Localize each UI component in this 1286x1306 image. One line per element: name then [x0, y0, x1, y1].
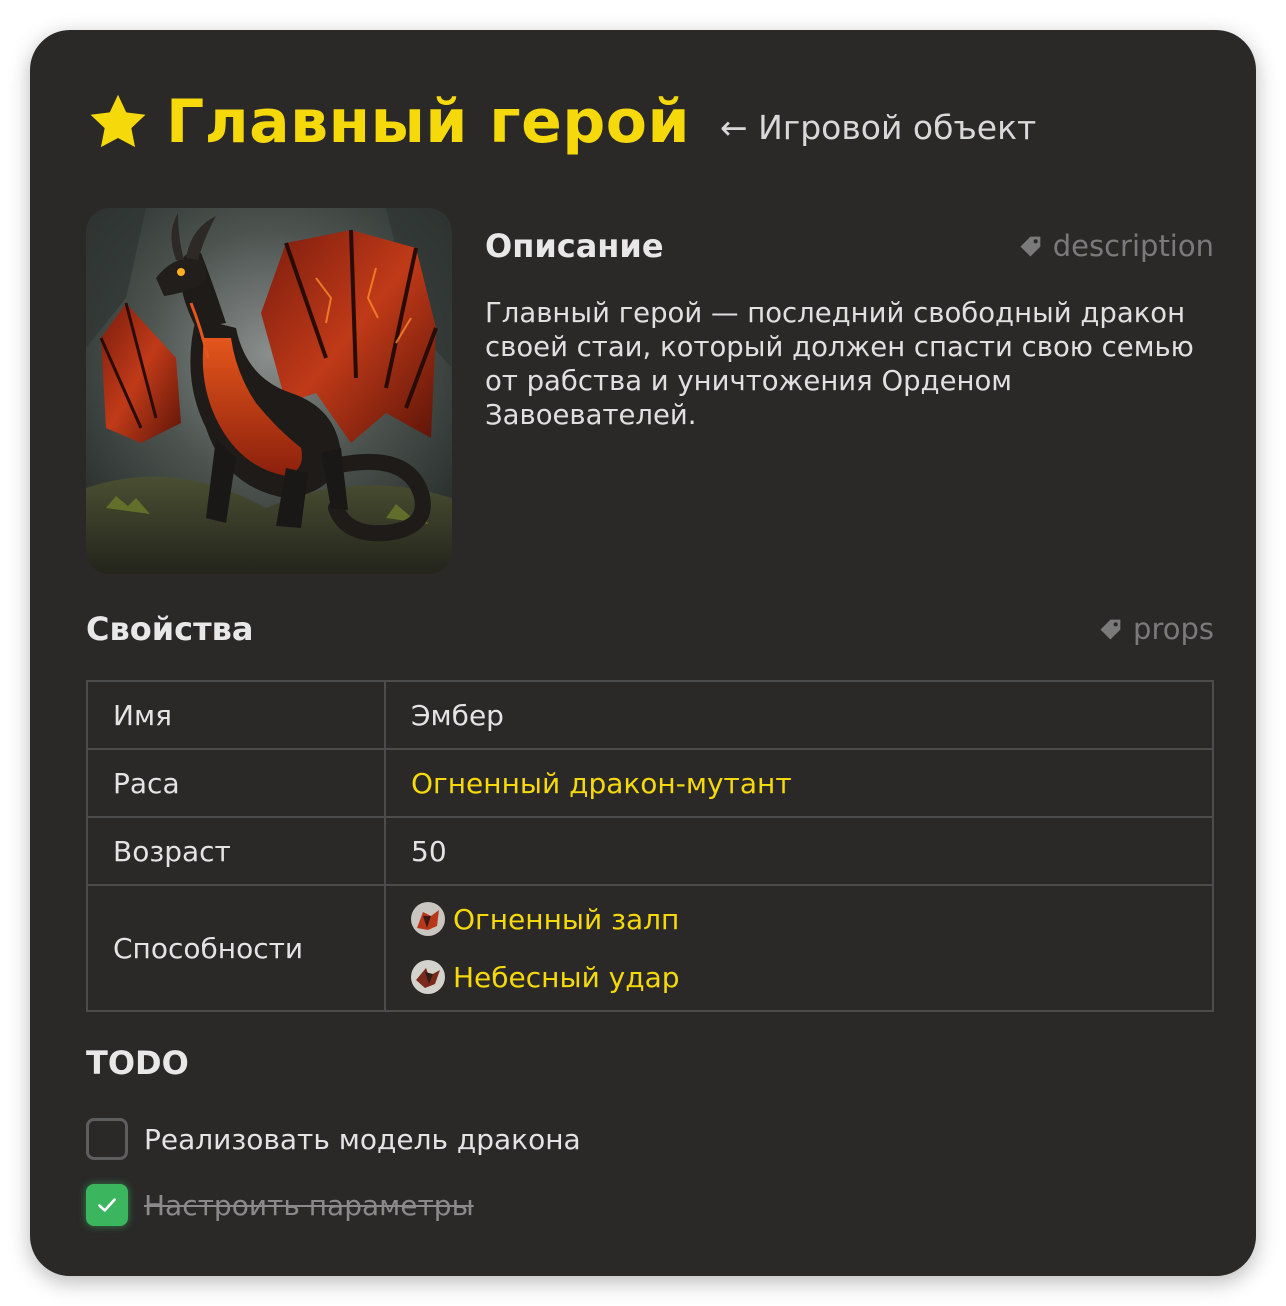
todo-item[interactable]: Реализовать модель дракона	[86, 1118, 581, 1160]
description-heading: Описание	[485, 227, 664, 265]
table-row: Раса Огненный дракон-мутант	[86, 748, 1214, 818]
description-tag[interactable]: description	[1017, 229, 1214, 263]
ability-avatar	[411, 960, 445, 994]
ability-label: Небесный удар	[453, 960, 680, 994]
table-row: Имя Эмбер	[86, 680, 1214, 750]
tag-icon	[1020, 236, 1041, 257]
table-row: Способности Огненный залп Небесный удар	[86, 884, 1214, 1012]
page-title: Главный герой	[166, 87, 691, 157]
todo-item[interactable]: Настроить параметры	[86, 1184, 474, 1226]
star-icon	[90, 94, 146, 148]
ability-avatar	[411, 902, 445, 936]
checkmark-icon	[98, 1198, 116, 1212]
dragon-image	[86, 208, 452, 574]
ability-link[interactable]: Небесный удар	[411, 948, 1187, 1006]
props-header: Свойства props	[86, 608, 1214, 650]
prop-key: Возраст	[86, 816, 386, 886]
todo-label: Реализовать модель дракона	[144, 1122, 581, 1156]
ability-link[interactable]: Огненный залп	[411, 890, 1187, 948]
prop-value: Эмбер	[384, 680, 1214, 750]
todo-label: Настроить параметры	[144, 1188, 474, 1222]
props-heading: Свойства	[86, 610, 254, 648]
ability-label: Огненный залп	[453, 902, 680, 936]
table-row: Возраст 50	[86, 816, 1214, 886]
parent-object-link[interactable]: ← Игровой объект	[720, 108, 1036, 147]
prop-value: Огненный дракон-мутант	[384, 748, 1214, 818]
prop-value: 50	[384, 816, 1214, 886]
header: Главный герой ← Игровой объект	[86, 82, 1036, 162]
props-tag[interactable]: props	[1097, 612, 1214, 646]
prop-value: Огненный залп Небесный удар	[384, 884, 1214, 1012]
todo-checkbox-checked[interactable]	[86, 1184, 128, 1226]
prop-key: Имя	[86, 680, 386, 750]
tag-icon	[1100, 619, 1121, 640]
prop-key: Раса	[86, 748, 386, 818]
description-header: Описание description	[485, 226, 1214, 266]
prop-key: Способности	[86, 884, 386, 1012]
todo-checkbox[interactable]	[86, 1118, 128, 1160]
todo-heading: TODO	[86, 1044, 189, 1082]
description-text: Главный герой — последний свободный драк…	[485, 297, 1194, 431]
race-link[interactable]: Огненный дракон-мутант	[411, 767, 792, 800]
props-tag-label: props	[1133, 612, 1214, 646]
properties-table: Имя Эмбер Раса Огненный дракон-мутант Во…	[86, 680, 1214, 1012]
description-tag-label: description	[1052, 229, 1214, 263]
game-object-card: Главный герой ← Игровой объект Описание …	[30, 30, 1256, 1276]
